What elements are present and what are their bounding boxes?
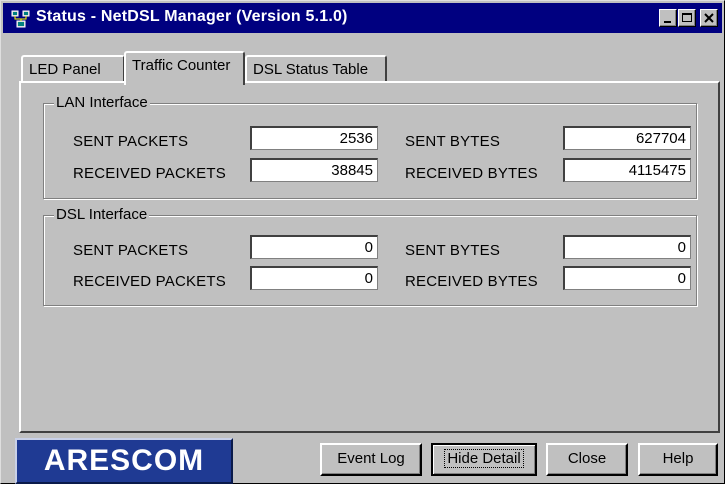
dsl-received-bytes-field: 0 — [563, 266, 691, 290]
hide-detail-button-label: Hide Detail — [444, 449, 524, 468]
close-window-button[interactable] — [700, 9, 718, 27]
title-bar[interactable]: Status - NetDSL Manager (Version 5.1.0) — [3, 3, 722, 33]
event-log-button-label: Event Log — [337, 450, 405, 467]
dsl-sent-packets-label: SENT PACKETS — [73, 242, 189, 259]
logo-text: ARESCOM — [43, 444, 205, 477]
hide-detail-button[interactable]: Hide Detail — [431, 443, 537, 476]
minimize-icon — [664, 21, 671, 23]
help-button[interactable]: Help — [638, 443, 718, 476]
close-button[interactable]: Close — [546, 443, 628, 476]
tab-traffic-counter[interactable]: Traffic Counter — [124, 51, 245, 85]
lan-sent-packets-field: 2536 — [250, 126, 378, 150]
dsl-received-packets-field: 0 — [250, 266, 378, 290]
dsl-received-packets-label: RECEIVED PACKETS — [73, 273, 226, 290]
event-log-button[interactable]: Event Log — [320, 443, 422, 476]
maximize-icon — [682, 13, 692, 22]
maximize-button[interactable] — [678, 9, 696, 27]
minimize-button[interactable] — [659, 9, 677, 27]
lan-received-packets-field: 38845 — [250, 158, 378, 182]
lan-sent-bytes-label: SENT BYTES — [405, 133, 501, 150]
network-icon — [11, 10, 30, 28]
lan-sent-bytes-field: 627704 — [563, 126, 691, 150]
lan-received-packets-label: RECEIVED PACKETS — [73, 165, 226, 182]
tab-dsl-status-table-label: DSL Status Table — [253, 61, 369, 78]
tab-led-panel-label: LED Panel — [29, 61, 101, 78]
lan-sent-packets-label: SENT PACKETS — [73, 133, 189, 150]
close-icon — [704, 13, 714, 23]
lan-interface-label: LAN Interface — [54, 94, 150, 112]
dsl-received-bytes-label: RECEIVED BYTES — [405, 273, 538, 290]
close-button-label: Close — [567, 450, 607, 467]
lan-received-bytes-field: 4115475 — [563, 158, 691, 182]
window-title: Status - NetDSL Manager (Version 5.1.0) — [36, 8, 348, 25]
arescom-logo: ARESCOM — [15, 438, 233, 484]
dsl-interface-label: DSL Interface — [54, 206, 150, 224]
dsl-interface-group: DSL Interface SENT PACKETS 0 SENT BYTES … — [43, 206, 697, 306]
tab-traffic-counter-label: Traffic Counter — [132, 57, 231, 74]
status-window: Status - NetDSL Manager (Version 5.1.0) … — [0, 0, 725, 484]
dsl-sent-bytes-label: SENT BYTES — [405, 242, 501, 259]
lan-received-bytes-label: RECEIVED BYTES — [405, 165, 538, 182]
dsl-sent-bytes-field: 0 — [563, 235, 691, 259]
lan-interface-group: LAN Interface SENT PACKETS 2536 SENT BYT… — [43, 94, 697, 199]
traffic-counter-panel: LAN Interface SENT PACKETS 2536 SENT BYT… — [19, 81, 720, 433]
dsl-sent-packets-field: 0 — [250, 235, 378, 259]
help-button-label: Help — [662, 450, 694, 467]
